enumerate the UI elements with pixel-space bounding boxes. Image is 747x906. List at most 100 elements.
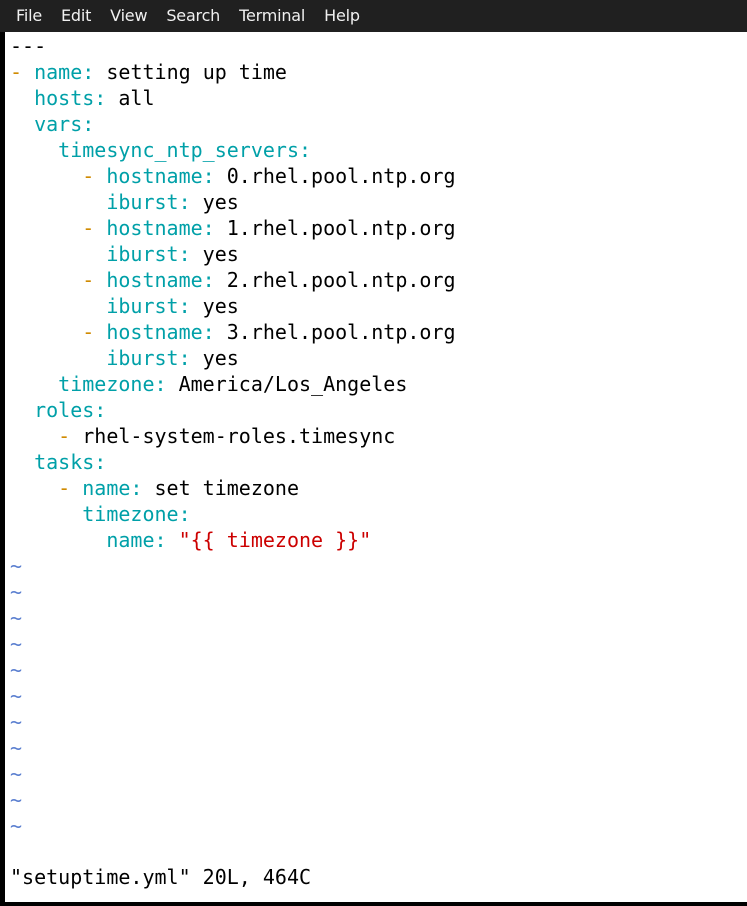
code-token: tasks <box>10 450 95 474</box>
code-token: - <box>10 476 83 500</box>
code-token: 1.rhel.pool.ntp.org <box>226 216 456 240</box>
terminal-window: File Edit View Search Terminal Help --- -… <box>0 0 747 906</box>
code-token: - <box>10 216 107 240</box>
code-token: yes <box>202 346 239 370</box>
code-token: : <box>202 320 227 344</box>
code-token: --- <box>10 34 47 58</box>
vim-editor[interactable]: --- - name: setting up time hosts: all va… <box>5 32 747 902</box>
empty-line-tilde: ~ <box>10 710 23 734</box>
empty-line-tilde: ~ <box>10 814 23 838</box>
code-line: hosts: all <box>10 85 456 111</box>
code-token: timezone <box>10 372 155 396</box>
code-token: 2.rhel.pool.ntp.org <box>226 268 456 292</box>
code-token: : <box>178 502 191 526</box>
code-token: : <box>94 398 107 422</box>
code-token: 3.rhel.pool.ntp.org <box>226 320 456 344</box>
code-token: - <box>10 320 107 344</box>
code-token: iburst <box>10 190 179 214</box>
code-lines: --- - name: setting up time hosts: all va… <box>10 33 456 839</box>
menu-help[interactable]: Help <box>315 0 370 32</box>
code-token: - <box>10 60 35 84</box>
code-line: timezone: <box>10 501 456 527</box>
code-token: : <box>154 372 179 396</box>
empty-line-tilde: ~ <box>10 788 23 812</box>
empty-line-tilde: ~ <box>10 736 23 760</box>
code-token: yes <box>202 190 239 214</box>
code-token: yes <box>202 242 239 266</box>
code-line: --- <box>10 33 456 59</box>
menu-bar: File Edit View Search Terminal Help <box>0 0 747 32</box>
code-token: name <box>34 60 83 84</box>
code-token: : <box>94 86 119 110</box>
code-token: : <box>82 112 95 136</box>
code-token: : <box>178 294 203 318</box>
code-token: : <box>202 268 227 292</box>
code-line: name: "{{ timezone }}" <box>10 527 456 553</box>
code-token: timesync_ntp_servers <box>10 138 299 162</box>
code-line: iburst: yes <box>10 345 456 371</box>
code-token: : <box>82 60 107 84</box>
code-token: : <box>178 190 203 214</box>
code-line: iburst: yes <box>10 241 456 267</box>
code-line: roles: <box>10 397 456 423</box>
code-token: iburst <box>10 346 179 370</box>
code-line: - name: set timezone <box>10 475 456 501</box>
code-token: - <box>10 268 107 292</box>
code-line: - rhel-system-roles.timesync <box>10 423 456 449</box>
code-token: : <box>202 164 227 188</box>
empty-line-tilde: ~ <box>10 658 23 682</box>
empty-line-tilde: ~ <box>10 606 23 630</box>
empty-line-tilde: ~ <box>10 632 23 656</box>
code-line: - hostname: 0.rhel.pool.ntp.org <box>10 163 456 189</box>
code-token: roles <box>10 398 95 422</box>
code-token: set timezone <box>154 476 300 500</box>
menu-file[interactable]: File <box>0 0 52 32</box>
code-token: timezone <box>10 502 179 526</box>
code-token: name <box>82 476 131 500</box>
code-line: vars: <box>10 111 456 137</box>
code-token: : <box>202 216 227 240</box>
menu-terminal[interactable]: Terminal <box>230 0 315 32</box>
code-token: : <box>178 242 203 266</box>
code-token: - <box>10 424 83 448</box>
code-line: iburst: yes <box>10 293 456 319</box>
code-token: rhel-system-roles.timesync <box>82 424 396 448</box>
empty-line-tilde: ~ <box>10 580 23 604</box>
code-token: hostname <box>106 164 203 188</box>
code-token: yes <box>202 294 239 318</box>
menu-view[interactable]: View <box>101 0 157 32</box>
code-line: timezone: America/Los_Angeles <box>10 371 456 397</box>
code-token: : <box>178 346 203 370</box>
code-token: : <box>94 450 107 474</box>
code-token: iburst <box>10 294 179 318</box>
code-token: iburst <box>10 242 179 266</box>
code-line: iburst: yes <box>10 189 456 215</box>
code-token: hosts <box>10 86 95 110</box>
code-token: : <box>298 138 312 162</box>
empty-line-tilde: ~ <box>10 762 23 786</box>
status-line: "setuptime.yml" 20L, 464C <box>10 865 312 889</box>
code-token: : <box>154 528 179 552</box>
code-token: vars <box>10 112 83 136</box>
code-line: - hostname: 1.rhel.pool.ntp.org <box>10 215 456 241</box>
code-token: all <box>118 86 155 110</box>
code-token: setting up time <box>106 60 287 84</box>
empty-line-tilde: ~ <box>10 684 23 708</box>
code-token: America/Los_Angeles <box>178 372 408 396</box>
menu-edit[interactable]: Edit <box>52 0 101 32</box>
code-token: hostname <box>106 268 203 292</box>
code-token: : <box>130 476 155 500</box>
code-line: - hostname: 2.rhel.pool.ntp.org <box>10 267 456 293</box>
code-token: "{{ timezone }}" <box>178 528 372 552</box>
code-line: - hostname: 3.rhel.pool.ntp.org <box>10 319 456 345</box>
code-token: hostname <box>106 320 203 344</box>
code-token: hostname <box>106 216 203 240</box>
code-token: - <box>10 164 107 188</box>
code-line: tasks: <box>10 449 456 475</box>
code-line: timesync_ntp_servers: <box>10 137 456 163</box>
menu-search[interactable]: Search <box>157 0 230 32</box>
code-line: - name: setting up time <box>10 59 456 85</box>
code-token: 0.rhel.pool.ntp.org <box>226 164 456 188</box>
code-token: name <box>10 528 155 552</box>
empty-line-tilde: ~ <box>10 554 23 578</box>
